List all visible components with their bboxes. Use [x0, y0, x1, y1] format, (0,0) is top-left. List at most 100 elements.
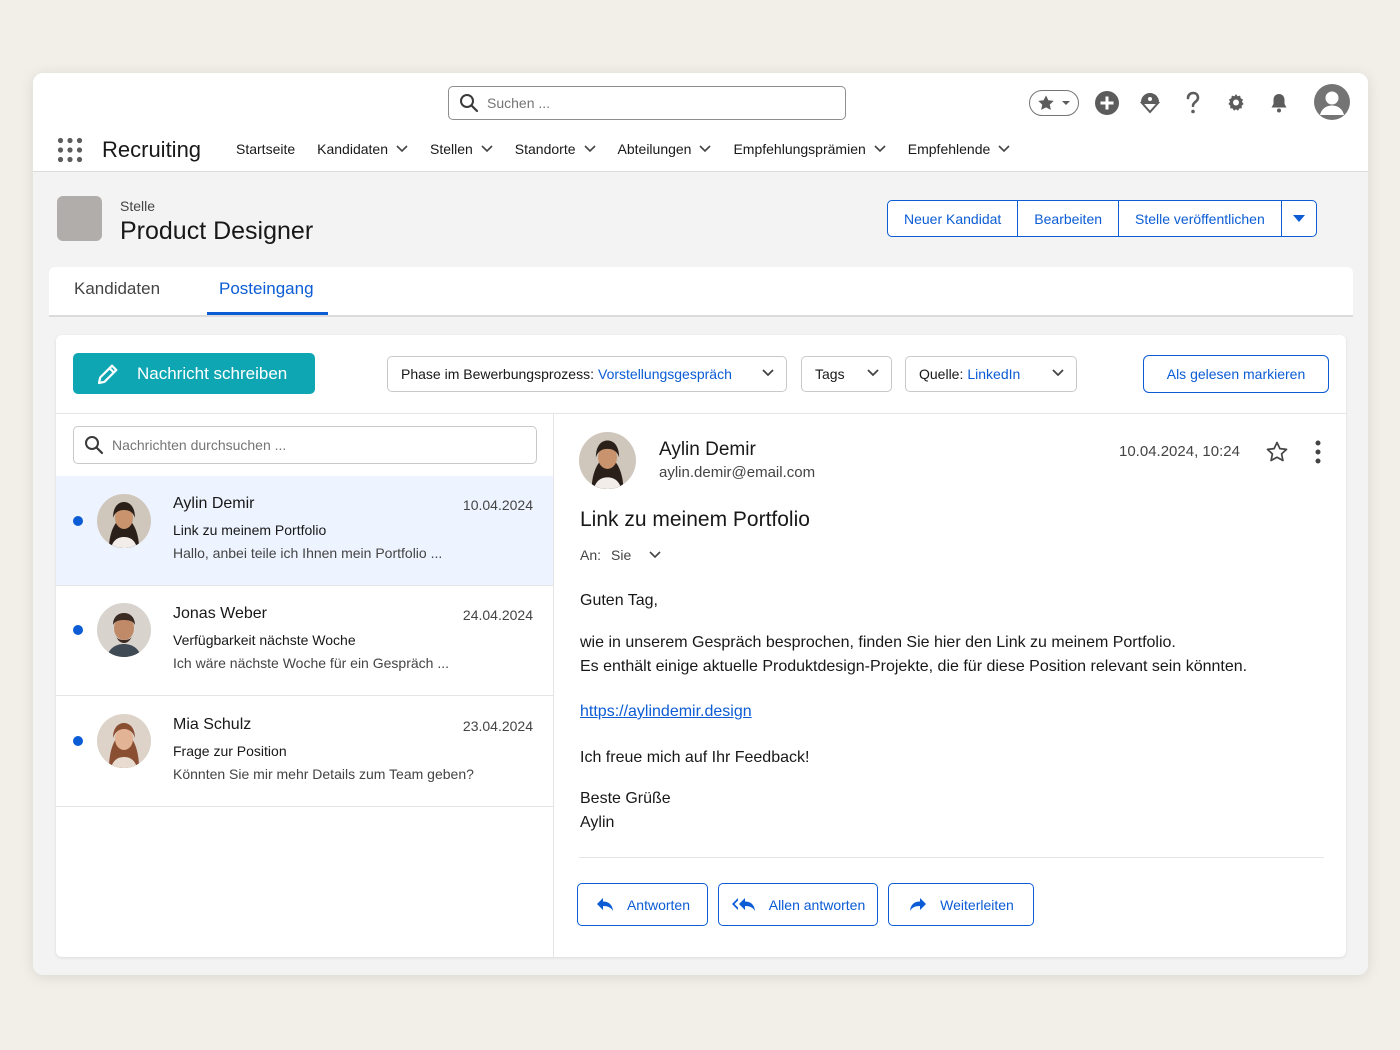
- body-line: wie in unserem Gespräch besprochen, find…: [580, 634, 1176, 651]
- phase-filter[interactable]: Phase im Bewerbungsprozess: Vorstellungsg…: [387, 356, 787, 392]
- nav-item-label: Abteilungen: [617, 141, 692, 157]
- message-subject: Frage zur Position: [173, 743, 287, 759]
- chevron-down-icon: [583, 145, 596, 153]
- favorites-button[interactable]: [1029, 90, 1079, 116]
- more-options-button[interactable]: [1313, 439, 1323, 470]
- user-avatar[interactable]: [1314, 84, 1350, 120]
- sender-avatar: [579, 432, 636, 489]
- tags-filter[interactable]: Tags: [801, 356, 892, 392]
- compose-label: Nachricht schreiben: [137, 363, 288, 383]
- chevron-down-icon: [396, 145, 408, 153]
- nav-item-kandidaten[interactable]: Kandidaten: [317, 141, 408, 157]
- source-filter-label: Quelle:: [919, 366, 964, 382]
- reply-button[interactable]: Antworten: [577, 883, 708, 926]
- forward-button[interactable]: Weiterleiten: [888, 883, 1034, 926]
- to-value: Sie: [611, 547, 632, 563]
- chevron-down-icon: [699, 145, 712, 153]
- nav-item-empfehlungspraemien[interactable]: Empfehlungsprämien: [733, 141, 886, 157]
- nav-item-startseite[interactable]: Startseite: [236, 141, 295, 157]
- toolbar-divider: [56, 413, 1346, 414]
- publish-job-button[interactable]: Stelle veröffentlichen: [1119, 201, 1282, 236]
- message-list-item[interactable]: Aylin Demir 10.04.2024 Link zu meinem Po…: [56, 476, 553, 586]
- inbox-card: Nachricht schreiben Phase im Bewerbungsp…: [56, 335, 1346, 957]
- chevron-down-icon: [874, 145, 886, 153]
- reply-all-button[interactable]: Allen antworten: [718, 883, 878, 926]
- record-icon: [57, 196, 102, 241]
- more-actions-button[interactable]: [1282, 201, 1316, 236]
- user-icon: [1320, 91, 1344, 115]
- bell-icon: [1271, 94, 1287, 113]
- notifications-button[interactable]: [1264, 88, 1294, 118]
- nav-item-standorte[interactable]: Standorte: [515, 141, 596, 157]
- nav-item-empfehlende[interactable]: Empfehlende: [908, 141, 1011, 157]
- mark-as-read-button[interactable]: Als gelesen markieren: [1143, 355, 1329, 393]
- search-icon: [85, 436, 104, 455]
- avatar: [97, 603, 151, 657]
- sender-name: Jonas Weber: [173, 605, 267, 622]
- edit-button[interactable]: Bearbeiten: [1018, 201, 1120, 236]
- star-outline-icon: [1266, 441, 1288, 462]
- star-filled-icon: [1037, 95, 1054, 110]
- message-preview: Hallo, anbei teile ich Ihnen mein Portfo…: [173, 545, 443, 561]
- message-search-input[interactable]: [112, 437, 536, 453]
- tab-posteingang[interactable]: Posteingang: [219, 279, 314, 299]
- star-button[interactable]: [1265, 440, 1289, 469]
- page-title: Product Designer: [120, 217, 314, 245]
- trailhead-button[interactable]: [1135, 88, 1165, 118]
- sender-name: Mia Schulz: [173, 716, 252, 733]
- global-search[interactable]: [448, 86, 846, 120]
- message-list-item[interactable]: Mia Schulz 23.04.2024 Frage zur Position…: [56, 697, 553, 807]
- gear-icon: [1228, 94, 1244, 111]
- source-filter-value: LinkedIn: [967, 366, 1021, 382]
- to-label: An:: [580, 547, 602, 563]
- chevron-down-icon: [1052, 369, 1064, 377]
- global-header: Recruiting Startseite Kandidaten Stellen…: [33, 73, 1368, 172]
- message-preview: Könnten Sie mir mehr Details zum Team ge…: [173, 766, 474, 782]
- message-subject: Verfügbarkeit nächste Woche: [173, 632, 356, 648]
- nav-item-stellen[interactable]: Stellen: [430, 141, 493, 157]
- global-search-input[interactable]: [487, 95, 845, 111]
- global-add-button[interactable]: [1092, 88, 1122, 118]
- message-search[interactable]: [73, 426, 537, 464]
- message-date: 24.04.2024: [462, 607, 533, 623]
- caret-down-icon: [1292, 214, 1305, 222]
- nav-item-abteilungen[interactable]: Abteilungen: [618, 141, 712, 157]
- app-launcher-button[interactable]: [57, 137, 83, 163]
- reading-sender-name: Aylin Demir: [659, 439, 756, 460]
- reading-divider: [579, 857, 1324, 858]
- message-subject: Link zu meinem Portfolio: [173, 522, 327, 538]
- body-closing: Ich freue mich auf Ihr Feedback!: [580, 749, 810, 766]
- app-name: Recruiting: [102, 137, 202, 162]
- nav-item-label: Empfehlungsprämien: [733, 141, 866, 157]
- tab-kandidaten[interactable]: Kandidaten: [74, 279, 160, 299]
- app-window: Recruiting Startseite Kandidaten Stellen…: [33, 73, 1368, 975]
- unread-indicator: [73, 736, 83, 746]
- phase-filter-value: Vorstellungsgespräch: [598, 366, 732, 382]
- help-button[interactable]: [1178, 88, 1208, 118]
- body-regards: Beste Grüße: [580, 790, 671, 807]
- chevron-down-icon: [481, 145, 493, 153]
- record-tabs: Kandidaten Posteingang: [49, 267, 1353, 317]
- compose-button[interactable]: Nachricht schreiben: [73, 353, 315, 394]
- nav-item-label: Startseite: [236, 141, 296, 157]
- reply-all-icon: [731, 897, 755, 911]
- forward-label: Weiterleiten: [940, 896, 1014, 913]
- pencil-icon: [97, 364, 118, 384]
- reading-subject: Link zu meinem Portfolio: [580, 508, 810, 531]
- message-list-item[interactable]: Jonas Weber 24.04.2024 Verfügbarkeit näc…: [56, 586, 553, 696]
- settings-button[interactable]: [1221, 88, 1251, 118]
- recipients-row[interactable]: An: Sie: [580, 547, 661, 563]
- new-candidate-button[interactable]: Neuer Kandidat: [888, 201, 1019, 236]
- chevron-down-icon: [762, 369, 774, 377]
- nav-item-label: Empfehlende: [907, 141, 991, 157]
- add-icon: [1095, 91, 1119, 115]
- nav-item-label: Standorte: [514, 141, 576, 157]
- source-filter[interactable]: Quelle: LinkedIn: [905, 356, 1077, 392]
- app-launcher-icon: [57, 137, 83, 163]
- search-icon: [460, 94, 479, 113]
- body-signature: Aylin: [580, 814, 615, 831]
- chevron-down-icon: [998, 145, 1010, 153]
- trailhead-icon: [1139, 93, 1161, 114]
- portfolio-link[interactable]: https://aylindemir.design: [580, 703, 752, 721]
- chevron-down-icon: [867, 369, 879, 377]
